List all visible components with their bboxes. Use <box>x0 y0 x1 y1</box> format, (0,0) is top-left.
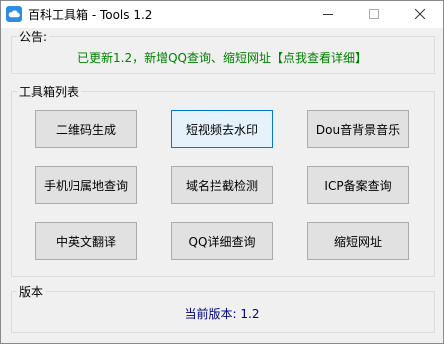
dou-bgm-button[interactable]: Dou音背景音乐 <box>307 110 409 148</box>
close-button[interactable] <box>397 1 443 28</box>
cloud-icon <box>6 6 22 22</box>
minimize-icon <box>323 14 333 15</box>
app-window: 百科工具箱 - Tools 1.2 公告: 已更新1.2，新增QQ查询、缩短网址… <box>0 0 444 344</box>
maximize-button[interactable] <box>351 1 397 28</box>
url-shortener-button[interactable]: 缩短网址 <box>307 222 409 260</box>
version-value: 当前版本: 1.2 <box>184 307 260 321</box>
video-watermark-remove-button[interactable]: 短视频去水印 <box>171 110 273 148</box>
close-icon <box>415 9 425 19</box>
icp-lookup-button[interactable]: ICP备案查询 <box>307 166 409 204</box>
window-title: 百科工具箱 - Tools 1.2 <box>28 8 153 22</box>
notice-link[interactable]: 已更新1.2，新增QQ查询、缩短网址【点我查看详细】 <box>1 49 443 66</box>
notice-label: 公告: <box>17 28 50 45</box>
qrcode-generate-button[interactable]: 二维码生成 <box>35 110 137 148</box>
version-label: 版本 <box>17 283 46 300</box>
translate-button[interactable]: 中英文翻译 <box>35 222 137 260</box>
title-bar[interactable]: 百科工具箱 - Tools 1.2 <box>1 1 443 28</box>
maximize-icon <box>369 9 379 19</box>
phone-location-lookup-button[interactable]: 手机归属地查询 <box>35 166 137 204</box>
toolbox-label: 工具箱列表 <box>17 83 82 100</box>
domain-block-check-button[interactable]: 域名拦截检测 <box>171 166 273 204</box>
minimize-button[interactable] <box>305 1 351 28</box>
qq-lookup-button[interactable]: QQ详细查询 <box>171 222 273 260</box>
